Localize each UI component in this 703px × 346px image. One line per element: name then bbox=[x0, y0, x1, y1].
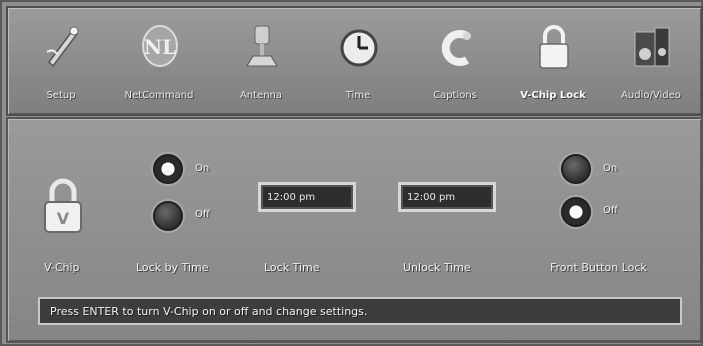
tab-setup[interactable]: Setup bbox=[16, 18, 106, 108]
lock-by-time-label: Lock by Time bbox=[136, 261, 209, 274]
front-button-lock-label: Front Button Lock bbox=[550, 261, 647, 274]
menu-tab-bar: Setup NL NetCommand Antenna Time Caption… bbox=[6, 6, 703, 116]
netcommand-icon: NL bbox=[142, 25, 178, 67]
front-button-lock-off-radio[interactable] bbox=[561, 197, 591, 227]
captions-icon bbox=[441, 30, 471, 66]
tab-time[interactable]: Time bbox=[313, 18, 403, 108]
front-button-lock-off-label: Off bbox=[603, 205, 618, 216]
unlock-time-field[interactable]: 12:00 pm bbox=[398, 182, 496, 212]
status-message: Press ENTER to turn V-Chip on or off and… bbox=[50, 305, 368, 318]
lock-time-value: 12:00 pm bbox=[267, 192, 316, 203]
tab-label: V-Chip Lock bbox=[520, 90, 586, 101]
lock-by-time-on-label: On bbox=[195, 163, 210, 174]
unlock-time-label: Unlock Time bbox=[403, 261, 471, 274]
lock-time-label: Lock Time bbox=[264, 261, 320, 274]
front-button-lock-on-radio[interactable] bbox=[561, 154, 591, 184]
antenna-icon bbox=[246, 25, 278, 67]
tab-audio-video[interactable]: Audio/Video bbox=[606, 18, 696, 108]
setup-wand-icon bbox=[46, 26, 79, 68]
tab-label: Time bbox=[345, 90, 371, 101]
audio-video-icon bbox=[634, 27, 670, 67]
tab-label: Captions bbox=[433, 90, 477, 101]
padlock-v-icon[interactable]: V bbox=[40, 174, 86, 236]
lock-time-field[interactable]: 12:00 pm bbox=[258, 182, 356, 212]
svg-text:V: V bbox=[57, 209, 70, 228]
vchip-lock-screen: Setup NL NetCommand Antenna Time Caption… bbox=[0, 0, 703, 346]
front-button-lock-on-label: On bbox=[603, 163, 618, 174]
lock-by-time-off-radio[interactable] bbox=[153, 201, 183, 231]
lock-by-time-on-radio[interactable] bbox=[153, 154, 183, 184]
padlock-icon bbox=[539, 25, 569, 69]
tab-vchip-lock[interactable]: V-Chip Lock bbox=[508, 18, 598, 108]
clock-icon bbox=[340, 29, 378, 67]
tab-label: NetCommand bbox=[124, 90, 194, 101]
unlock-time-value: 12:00 pm bbox=[407, 192, 456, 203]
svg-text:NL: NL bbox=[144, 35, 176, 59]
tab-label: Audio/Video bbox=[621, 90, 681, 101]
tab-label: Setup bbox=[46, 90, 76, 101]
tab-captions[interactable]: Captions bbox=[410, 18, 500, 108]
tab-antenna[interactable]: Antenna bbox=[216, 18, 306, 108]
vchip-settings-panel: V V-Chip On Off Lock by Time 12:00 pm Lo… bbox=[6, 117, 703, 343]
lock-by-time-off-label: Off bbox=[195, 209, 210, 220]
status-message-bar: Press ENTER to turn V-Chip on or off and… bbox=[38, 297, 682, 325]
tab-netcommand[interactable]: NL NetCommand bbox=[114, 18, 204, 108]
tab-label: Antenna bbox=[239, 90, 283, 101]
vchip-label: V-Chip bbox=[44, 261, 80, 274]
